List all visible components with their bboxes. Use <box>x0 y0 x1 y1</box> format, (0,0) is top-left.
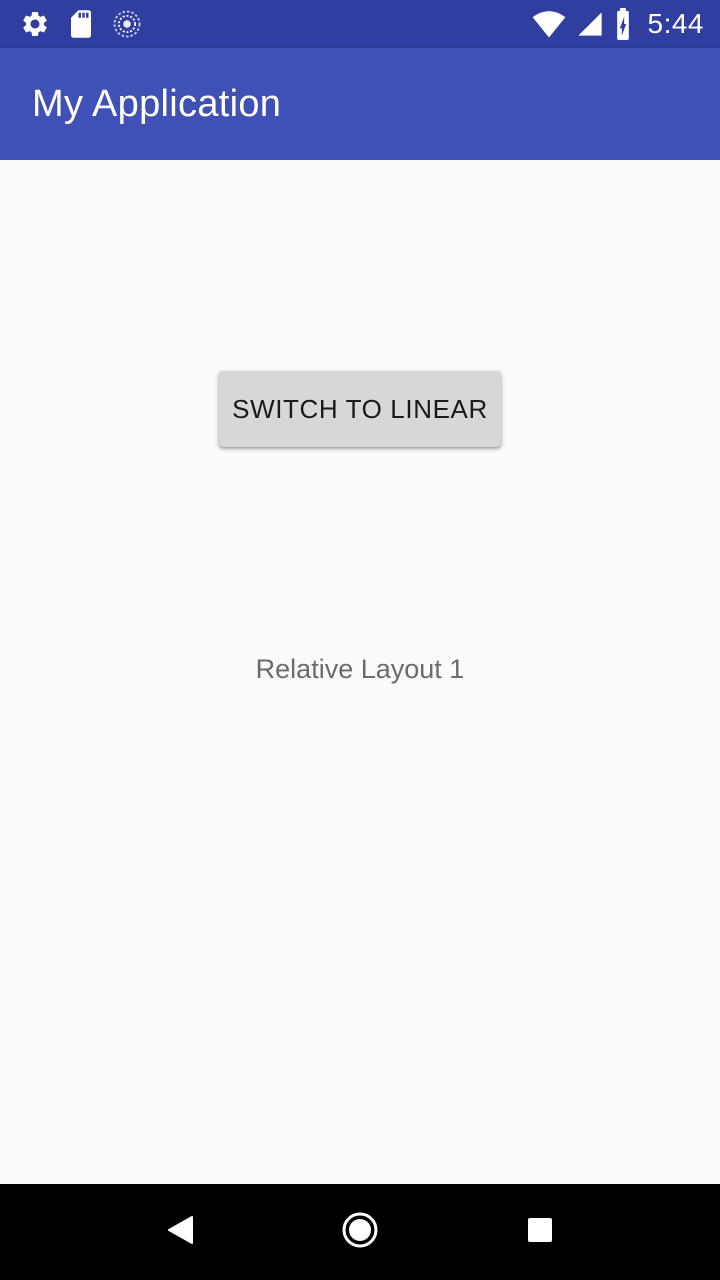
app-screen: 5:44 My Application SWITCH TO LINEAR Rel… <box>0 0 720 1280</box>
navigation-bar <box>0 1184 720 1280</box>
switch-to-linear-button[interactable]: SWITCH TO LINEAR <box>219 371 501 447</box>
battery-charging-icon <box>614 8 632 40</box>
status-bar: 5:44 <box>0 0 720 48</box>
main-content: SWITCH TO LINEAR Relative Layout 1 <box>0 160 720 1184</box>
home-button[interactable] <box>312 1184 408 1280</box>
status-system-icons: 5:44 <box>532 0 705 48</box>
sync-loading-icon <box>112 9 142 39</box>
recents-icon <box>527 1217 553 1248</box>
app-title: My Application <box>32 82 282 125</box>
status-notification-icons <box>20 0 142 48</box>
layout-label: Relative Layout 1 <box>255 654 465 684</box>
home-icon <box>340 1210 380 1255</box>
wifi-icon <box>532 9 566 39</box>
sd-card-icon <box>68 9 94 39</box>
settings-gear-icon <box>20 9 50 39</box>
back-icon <box>166 1215 194 1250</box>
back-button[interactable] <box>132 1184 228 1280</box>
recents-button[interactable] <box>492 1184 588 1280</box>
status-clock: 5:44 <box>647 8 704 39</box>
cellular-signal-icon <box>576 10 604 38</box>
app-bar: My Application <box>0 48 720 160</box>
